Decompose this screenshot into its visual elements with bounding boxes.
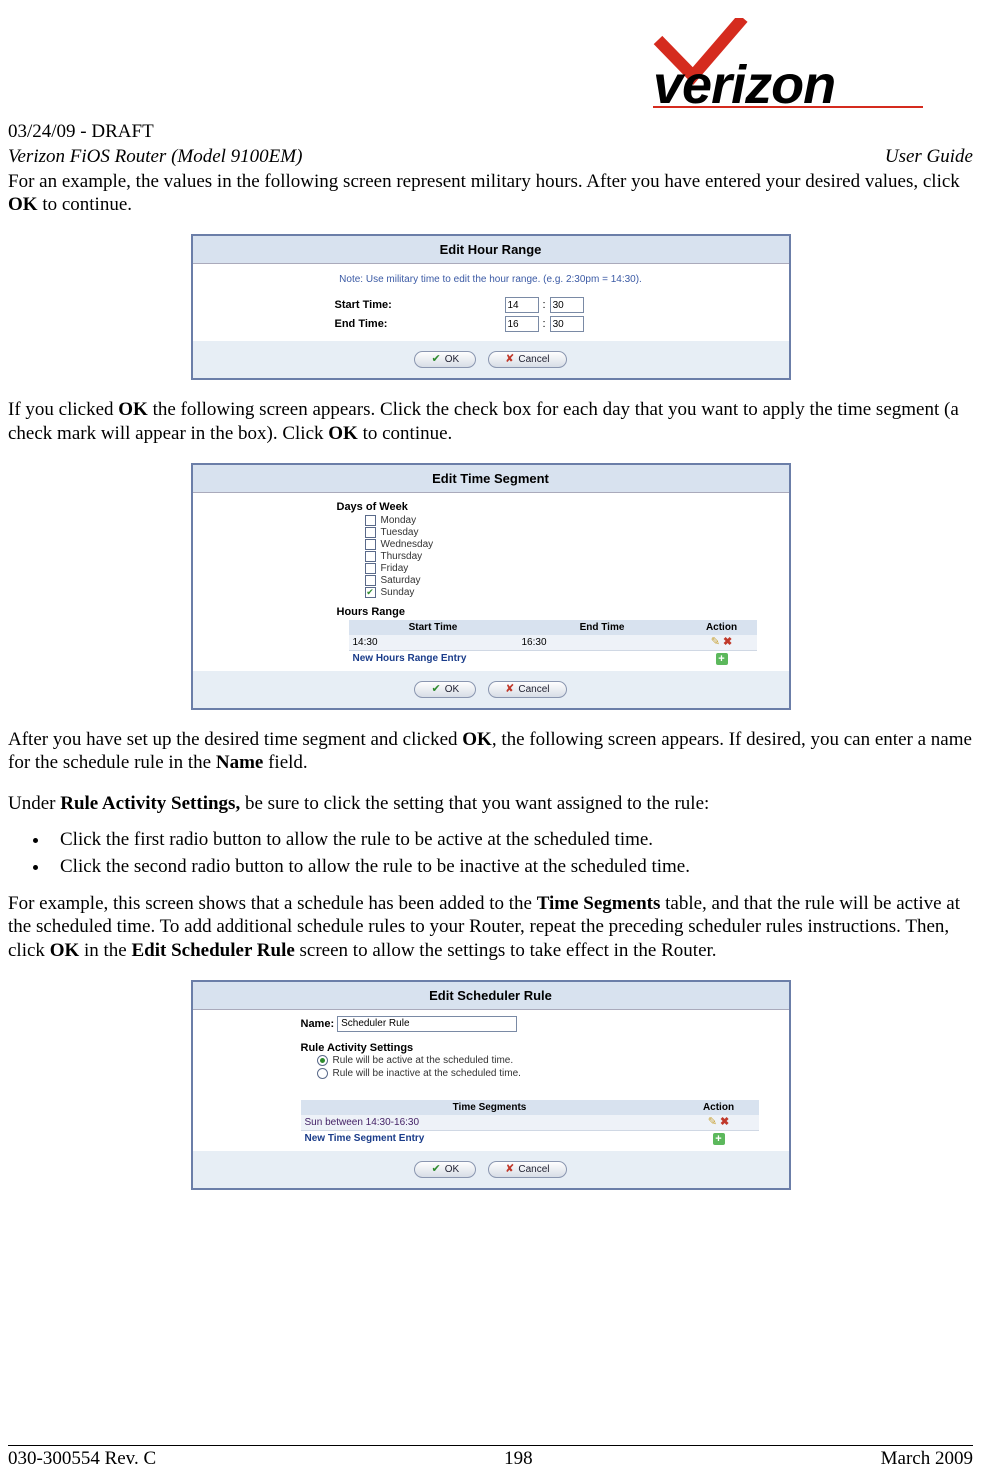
- list-item: Click the first radio button to allow th…: [50, 829, 973, 851]
- radio-icon: [317, 1055, 328, 1066]
- cancel-button[interactable]: ✘Cancel: [488, 1161, 566, 1178]
- hours-heading: Hours Range: [209, 606, 773, 618]
- rule-activity-heading: Rule Activity Settings: [209, 1042, 773, 1054]
- header-doc-type: User Guide: [885, 146, 973, 168]
- checkbox-icon: [365, 539, 376, 550]
- check-icon: ✔: [431, 684, 440, 695]
- end-min-input[interactable]: [550, 316, 584, 332]
- delete-icon[interactable]: ✖: [720, 1117, 729, 1128]
- start-time-label: Start Time:: [335, 299, 505, 311]
- col-end-time: End Time: [518, 620, 687, 635]
- para-2: If you clicked OK the following screen a…: [8, 398, 973, 444]
- delete-icon[interactable]: ✖: [723, 637, 732, 648]
- edit-icon[interactable]: ✎: [708, 1117, 717, 1128]
- name-label: Name:: [301, 1018, 335, 1030]
- brand-logo: verizon: [8, 10, 973, 113]
- name-input[interactable]: [337, 1016, 517, 1032]
- day-checkbox-row[interactable]: Monday: [365, 515, 773, 526]
- checkbox-icon: [365, 563, 376, 574]
- day-label: Friday: [381, 563, 409, 574]
- time-segment-row: Sun between 14:30-16:30 ✎ ✖: [301, 1115, 759, 1130]
- day-checkbox-row[interactable]: Tuesday: [365, 527, 773, 538]
- para-5: For example, this screen shows that a sc…: [8, 892, 973, 962]
- start-min-input[interactable]: [550, 297, 584, 313]
- radio-inactive[interactable]: Rule will be inactive at the scheduled t…: [209, 1067, 589, 1080]
- dialog-note: Note: Use military time to edit the hour…: [205, 270, 777, 297]
- x-icon: ✘: [505, 684, 514, 695]
- footer-left: 030-300554 Rev. C: [8, 1448, 156, 1470]
- checkbox-icon: ✔: [365, 587, 376, 598]
- checkbox-icon: [365, 575, 376, 586]
- para-4: Under Rule Activity Settings, be sure to…: [8, 792, 973, 815]
- day-checkbox-row[interactable]: Friday: [365, 563, 773, 574]
- col-action: Action: [687, 620, 757, 635]
- day-label: Tuesday: [381, 527, 419, 538]
- page-footer: 030-300554 Rev. C 198 March 2009: [8, 1445, 973, 1470]
- footer-right: March 2009: [881, 1448, 973, 1470]
- day-checkbox-row[interactable]: Saturday: [365, 575, 773, 586]
- x-icon: ✘: [505, 354, 514, 365]
- checkbox-icon: [365, 527, 376, 538]
- header-draft-line: 03/24/09 - DRAFT: [8, 121, 973, 143]
- add-icon[interactable]: +: [713, 1133, 725, 1145]
- dialog-title: Edit Hour Range: [193, 236, 789, 264]
- start-hour-input[interactable]: [505, 297, 539, 313]
- day-checkbox-row[interactable]: ✔ Sunday: [365, 587, 773, 598]
- para-1: For an example, the values in the follow…: [8, 170, 973, 216]
- ok-button[interactable]: ✔OK: [414, 1161, 476, 1178]
- dialog-title: Edit Scheduler Rule: [193, 982, 789, 1010]
- new-time-segment-row[interactable]: New Time Segment Entry +: [301, 1130, 759, 1147]
- bullet-list: Click the first radio button to allow th…: [50, 829, 973, 878]
- end-time-label: End Time:: [335, 318, 505, 330]
- col-start-time: Start Time: [349, 620, 518, 635]
- new-hours-entry-row[interactable]: New Hours Range Entry +: [349, 650, 757, 667]
- radio-active[interactable]: Rule will be active at the scheduled tim…: [209, 1054, 589, 1067]
- day-checkbox-row[interactable]: Thursday: [365, 551, 773, 562]
- days-heading: Days of Week: [209, 501, 773, 513]
- para-3: After you have set up the desired time s…: [8, 728, 973, 774]
- ok-button[interactable]: ✔OK: [414, 351, 476, 368]
- check-icon: ✔: [431, 354, 440, 365]
- edit-icon[interactable]: ✎: [711, 637, 720, 648]
- list-item: Click the second radio button to allow t…: [50, 856, 973, 878]
- day-label: Thursday: [381, 551, 423, 562]
- header-product: Verizon FiOS Router (Model 9100EM): [8, 146, 302, 168]
- end-hour-input[interactable]: [505, 316, 539, 332]
- x-icon: ✘: [505, 1164, 514, 1175]
- day-label: Monday: [381, 515, 417, 526]
- day-label: Sunday: [381, 587, 415, 598]
- check-icon: ✔: [431, 1164, 440, 1175]
- cancel-button[interactable]: ✘Cancel: [488, 681, 566, 698]
- col-action: Action: [679, 1100, 759, 1115]
- day-checkbox-row[interactable]: Wednesday: [365, 539, 773, 550]
- radio-icon: [317, 1068, 328, 1079]
- svg-text:verizon: verizon: [653, 55, 835, 108]
- col-time-segments: Time Segments: [301, 1100, 679, 1115]
- screenshot-edit-scheduler-rule: Edit Scheduler Rule Name: Rule Activity …: [191, 980, 791, 1190]
- footer-center: 198: [504, 1448, 533, 1470]
- dialog-title: Edit Time Segment: [193, 465, 789, 493]
- cancel-button[interactable]: ✘Cancel: [488, 351, 566, 368]
- checkbox-icon: [365, 551, 376, 562]
- day-label: Saturday: [381, 575, 421, 586]
- screenshot-edit-hour-range: Edit Hour Range Note: Use military time …: [191, 234, 791, 380]
- day-label: Wednesday: [381, 539, 434, 550]
- ok-button[interactable]: ✔OK: [414, 681, 476, 698]
- add-icon[interactable]: +: [716, 653, 728, 665]
- hours-range-row: 14:30 16:30 ✎ ✖: [349, 635, 757, 650]
- checkbox-icon: [365, 515, 376, 526]
- screenshot-edit-time-segment: Edit Time Segment Days of Week MondayTue…: [191, 463, 791, 710]
